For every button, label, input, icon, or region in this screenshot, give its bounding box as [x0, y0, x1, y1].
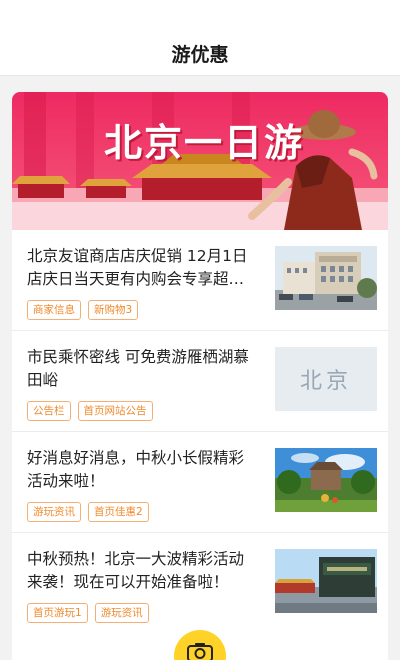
banner-title: 北京一日游 — [104, 120, 305, 165]
beijing-logo-text: 北京 — [299, 369, 352, 394]
news-tags: 商家信息 新购物3 — [27, 300, 139, 320]
news-thumbnail — [275, 549, 377, 613]
news-tag[interactable]: 首页网站公告 — [77, 401, 153, 421]
news-tag[interactable]: 商家信息 — [27, 300, 81, 320]
news-tag[interactable]: 公告栏 — [27, 401, 71, 421]
news-thumbnail — [275, 246, 377, 310]
news-title: 市民乘怀密线 可免费游雁栖湖慕田峪 — [27, 348, 249, 389]
news-tag[interactable]: 游玩资讯 — [27, 502, 81, 522]
news-item[interactable]: 北京友谊商店店庆促销 12月1日店庆日当天更有内购会专享超… 商家信息 新购物3 — [12, 230, 388, 331]
promo-banner[interactable]: 北京一日游 — [12, 92, 388, 230]
news-title: 北京友谊商店店庆促销 12月1日店庆日当天更有内购会专享超… — [27, 247, 248, 288]
news-title: 中秋预热！北京一大波精彩活动来袭！现在可以开始准备啦！ — [27, 550, 245, 591]
news-thumbnail — [275, 448, 377, 512]
camera-icon — [187, 643, 213, 660]
page-title: 游优惠 — [171, 44, 229, 66]
news-tags: 游玩资讯 首页佳惠2 — [27, 502, 149, 522]
news-item[interactable]: 中秋预热！北京一大波精彩活动来袭！现在可以开始准备啦！ 首页游玩1 游玩资讯 — [12, 533, 388, 634]
app-header: 游优惠 — [0, 0, 400, 76]
news-tag[interactable]: 游玩资讯 — [94, 603, 149, 623]
news-list: 北京友谊商店店庆促销 12月1日店庆日当天更有内购会专享超… 商家信息 新购物3 — [12, 230, 388, 634]
deals-card: 北京一日游 北京友谊商店店庆促销 12月1日店庆日当天更有内购会专享超… 商家信… — [12, 92, 388, 660]
news-tags: 首页游玩1 游玩资讯 — [27, 603, 149, 623]
news-title: 好消息好消息，中秋小长假精彩活动来啦！ — [27, 449, 245, 490]
news-tag[interactable]: 首页佳惠2 — [88, 502, 149, 522]
news-thumbnail: 北京 — [275, 347, 377, 411]
news-item[interactable]: 市民乘怀密线 可免费游雁栖湖慕田峪 公告栏 首页网站公告 北京 — [12, 331, 388, 432]
news-tag[interactable]: 新购物3 — [88, 300, 139, 320]
news-tag[interactable]: 首页游玩1 — [27, 603, 88, 623]
news-tags: 公告栏 首页网站公告 — [27, 401, 153, 421]
news-item[interactable]: 好消息好消息，中秋小长假精彩活动来啦！ 游玩资讯 首页佳惠2 — [12, 432, 388, 533]
